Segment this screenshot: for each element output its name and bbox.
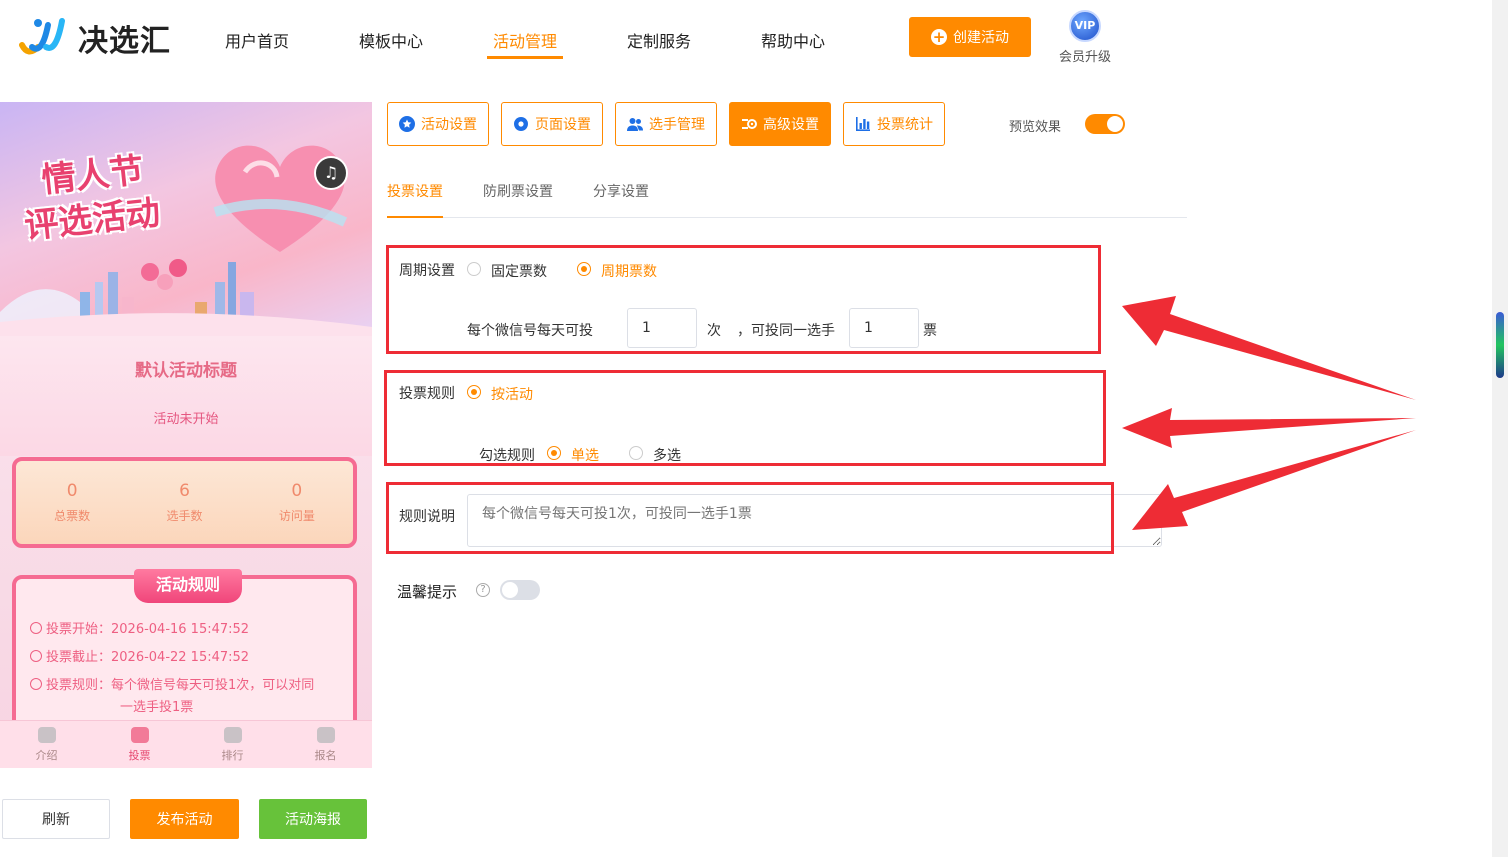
clock-icon (30, 622, 42, 634)
tab-ranking[interactable]: 排行 (186, 721, 279, 768)
intro-icon (37, 727, 56, 743)
advanced-settings-label: 高级设置 (763, 117, 819, 133)
top-header: 决选汇 用户首页 模板中心 活动管理 定制服务 帮助中心 + 创建活动 VIP … (0, 0, 1492, 80)
annotation-arrows (1122, 296, 1416, 530)
rule-vote-end: 投票截止：2026-04-22 15:47:52 (30, 647, 249, 669)
refresh-button[interactable]: 刷新 (2, 799, 110, 839)
highlight-box-vote-rule (384, 370, 1106, 466)
stat-visits: 0 访问量 (241, 461, 353, 544)
heart-illustration (213, 145, 348, 252)
preview-tabbar: 介绍 投票 排行 报名 (0, 720, 372, 768)
vote-heart-icon (130, 727, 149, 743)
nav-custom-service[interactable]: 定制服务 (627, 28, 691, 52)
preview-effect-toggle[interactable] (1085, 114, 1125, 134)
vip-label: 会员升级 (1058, 50, 1111, 65)
rules-title: 活动规则 (134, 569, 242, 603)
activity-poster-button[interactable]: 活动海报 (259, 799, 367, 839)
tips-toggle[interactable] (500, 580, 540, 600)
tab-label: 排行 (221, 749, 244, 762)
player-management-label: 选手管理 (649, 117, 705, 133)
create-activity-label: 创建活动 (953, 30, 1009, 46)
publish-activity-button[interactable]: 发布活动 (130, 799, 239, 839)
nav-templates[interactable]: 模板中心 (359, 28, 423, 52)
vote-statistics-button[interactable]: 投票统计 (843, 102, 945, 146)
stat-label: 总票数 (54, 509, 91, 523)
subtab-divider (387, 217, 1187, 218)
rule-vote-rule: 投票规则：每个微信号每天可投1次，可以对同 (30, 675, 314, 697)
stat-label: 访问量 (278, 509, 315, 523)
brand-name: 决选汇 (78, 24, 171, 59)
activity-settings-button[interactable]: 活动设置 (387, 102, 489, 146)
preview-effect-label: 预览效果 (1009, 120, 1062, 135)
logo-mark-icon (18, 17, 70, 59)
banner-title: 情人节 评选活动 (18, 147, 162, 249)
plus-icon: + (931, 28, 947, 46)
page-scrollbar[interactable] (1492, 0, 1508, 857)
advanced-settings-icon (742, 119, 757, 129)
highlight-box-cycle (386, 245, 1101, 354)
title-section (0, 336, 372, 456)
bar-chart-icon (856, 117, 870, 131)
info-icon (30, 678, 42, 690)
stat-value: 0 (291, 481, 303, 501)
tab-anti-fraud-settings[interactable]: 防刷票设置 (483, 181, 553, 201)
star-icon (399, 116, 415, 132)
stats-card: 0 总票数 6 选手数 0 访问量 (12, 457, 357, 548)
tab-label: 投票 (128, 749, 151, 762)
signup-icon (316, 727, 335, 743)
page-settings-label: 页面设置 (535, 117, 591, 133)
vip-badge-icon: VIP (1069, 10, 1101, 42)
music-icon[interactable]: ♫ (314, 156, 348, 190)
stat-value: 6 (179, 481, 190, 501)
tab-signup[interactable]: 报名 (279, 721, 372, 768)
vote-statistics-label: 投票统计 (877, 117, 933, 133)
nav-activity-management[interactable]: 活动管理 (493, 28, 557, 52)
rule-text: 投票规则：每个微信号每天可投1次，可以对同 (46, 678, 315, 693)
nav-help[interactable]: 帮助中心 (761, 28, 825, 52)
toggle-knob (1107, 116, 1123, 132)
nav-home[interactable]: 用户首页 (225, 28, 289, 52)
clock-icon (30, 650, 42, 662)
activity-title: 默认活动标题 (135, 361, 237, 381)
vip-upgrade[interactable]: VIP 会员升级 (1055, 10, 1115, 65)
stat-players: 6 选手数 (128, 461, 240, 544)
toggle-knob (502, 582, 518, 598)
ranking-icon (223, 727, 242, 743)
preview-banner: 情人节 评选活动 ♫ (0, 102, 372, 336)
create-activity-button[interactable]: + 创建活动 (909, 17, 1031, 57)
scrollbar-thumb[interactable] (1496, 312, 1504, 378)
gear-icon (514, 117, 528, 131)
stat-label: 选手数 (166, 509, 203, 523)
tab-share-settings[interactable]: 分享设置 (593, 181, 649, 201)
activity-settings-label: 活动设置 (421, 117, 477, 133)
tab-label: 介绍 (35, 749, 58, 762)
city-skyline-illustration (0, 259, 372, 336)
highlight-box-rule-desc (386, 482, 1114, 554)
tips-label: 温馨提示 (397, 583, 458, 601)
rule-vote-start: 投票开始：2026-04-16 15:47:52 (30, 619, 249, 641)
player-management-button[interactable]: 选手管理 (615, 102, 717, 146)
tab-vote-settings[interactable]: 投票设置 (387, 181, 443, 201)
brand-logo[interactable]: 决选汇 (18, 16, 171, 60)
mobile-preview: 情人节 评选活动 ♫ 默认活动标题 活动未开始 0 总票数 6 选手数 0 访问… (0, 102, 372, 768)
subtab-active-indicator (387, 216, 443, 218)
help-question-icon[interactable]: ? (476, 583, 490, 597)
rule-vote-rule-cont: 一选手投1票 (120, 700, 194, 715)
tab-label: 报名 (314, 749, 337, 762)
page-settings-button[interactable]: 页面设置 (501, 102, 603, 146)
advanced-settings-button[interactable]: 高级设置 (729, 102, 831, 146)
users-icon (627, 118, 643, 131)
rule-text: 投票截止：2026-04-22 15:47:52 (46, 650, 250, 665)
rule-text: 投票开始：2026-04-16 15:47:52 (46, 622, 250, 637)
tab-vote[interactable]: 投票 (93, 721, 186, 768)
nav-active-underline (487, 56, 563, 59)
activity-status: 活动未开始 (153, 412, 219, 427)
stat-value: 0 (66, 481, 78, 501)
stat-total-votes: 0 总票数 (16, 461, 128, 544)
tab-intro[interactable]: 介绍 (0, 721, 93, 768)
